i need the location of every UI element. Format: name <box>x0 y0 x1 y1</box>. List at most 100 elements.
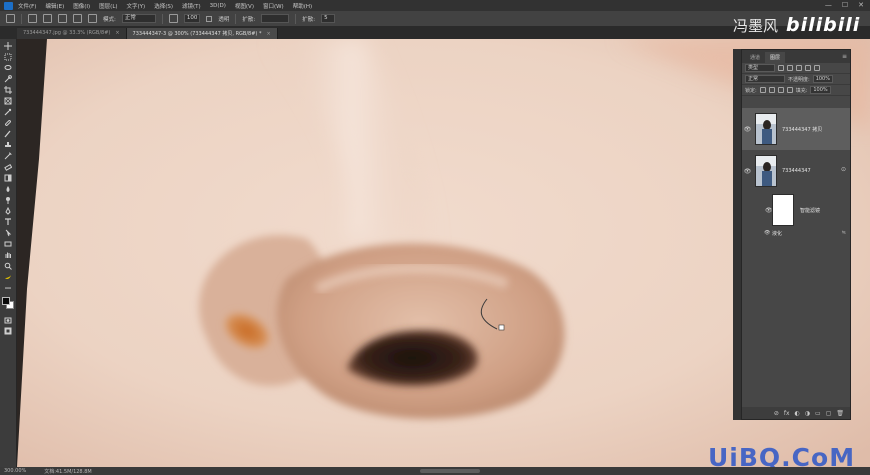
eraser-tool-icon[interactable] <box>4 163 13 171</box>
menu-3d[interactable]: 3D(D) <box>210 3 226 9</box>
transparent-checkbox[interactable] <box>206 15 213 22</box>
clone-stamp-tool-icon[interactable] <box>4 141 13 149</box>
mode-select[interactable]: 正常 <box>121 14 156 23</box>
intersect-selection-icon[interactable] <box>88 14 97 23</box>
marquee-tool-icon[interactable] <box>4 53 13 61</box>
close-icon[interactable]: × <box>115 30 119 36</box>
new-group-icon[interactable]: ▭ <box>815 410 821 417</box>
link-layers-icon[interactable]: ⊘ <box>774 410 779 417</box>
diffusion-field-2[interactable]: 5 <box>321 14 336 23</box>
eye-icon[interactable]: 👁 <box>742 168 753 175</box>
menu-layer[interactable]: 图层(L) <box>99 2 117 10</box>
smart-object-filter-icon[interactable] <box>814 65 820 71</box>
menu-filter[interactable]: 滤镜(T) <box>182 2 201 10</box>
zoom-level[interactable]: 300.00% <box>4 468 26 474</box>
maximize-icon[interactable]: ☐ <box>842 1 848 9</box>
layer-name[interactable]: 733444347 <box>782 168 811 174</box>
layer-style-icon[interactable]: fx <box>784 410 790 417</box>
add-selection-icon[interactable] <box>58 14 67 23</box>
screen-mode-icon[interactable] <box>4 327 13 335</box>
filter-kind-select[interactable]: 类型 <box>745 64 775 72</box>
quick-mask-icon[interactable] <box>4 316 13 324</box>
blend-mode-select[interactable]: 正常 <box>745 75 785 83</box>
eyedropper-tool-icon[interactable] <box>4 108 13 116</box>
divider <box>21 13 22 24</box>
add-mask-icon[interactable]: ◐ <box>795 410 800 417</box>
close-icon[interactable]: ✕ <box>858 1 864 9</box>
smart-filter-row[interactable]: 👁 智能滤镜 👁 液化 ≒ <box>742 192 850 242</box>
rectangle-tool-icon[interactable] <box>4 240 13 248</box>
layer-filter-row: 类型 <box>742 63 850 74</box>
type-filter-icon[interactable] <box>796 65 802 71</box>
home-icon[interactable] <box>6 14 15 23</box>
menu-file[interactable]: 文件(F) <box>18 2 36 10</box>
tab-document-2[interactable]: 733444347-3 @ 300% (733444347 拷贝, RGB/8#… <box>126 28 278 39</box>
blur-tool-icon[interactable] <box>4 185 13 193</box>
lock-row: 锁定: 填充: 100% <box>742 85 850 96</box>
lock-pixels-icon[interactable] <box>759 87 766 93</box>
liquify-filter-item[interactable]: 液化 <box>772 230 782 237</box>
adjustment-filter-icon[interactable] <box>787 65 793 71</box>
dodge-tool-icon[interactable] <box>4 196 13 204</box>
menu-type[interactable]: 文字(Y) <box>127 2 146 10</box>
tab-document-1[interactable]: 733444347.jpg @ 33.3% (RGB/8#) × <box>17 28 127 39</box>
tab-layers[interactable]: 图层 <box>765 52 786 63</box>
lock-all-icon[interactable] <box>786 87 793 93</box>
delete-layer-icon[interactable]: 🗑 <box>836 410 844 417</box>
layer-name[interactable]: 733444347 拷贝 <box>782 126 822 133</box>
menu-select[interactable]: 选择(S) <box>154 2 173 10</box>
minimize-icon[interactable]: — <box>825 1 832 9</box>
filter-options-icon[interactable]: ≒ <box>842 230 846 236</box>
move-tool-icon[interactable] <box>4 42 13 50</box>
new-selection-icon[interactable] <box>43 14 52 23</box>
path-selection-tool-icon[interactable] <box>4 229 13 237</box>
fill-field[interactable]: 100% <box>810 86 831 94</box>
hand-tool-icon[interactable] <box>4 251 13 259</box>
subtract-selection-icon[interactable] <box>73 14 82 23</box>
menu-edit[interactable]: 编辑(E) <box>45 2 64 10</box>
history-brush-tool-icon[interactable] <box>4 152 13 160</box>
banana-icon[interactable] <box>4 273 13 281</box>
eye-icon[interactable]: 👁 <box>764 230 770 236</box>
lasso-tool-icon[interactable] <box>4 64 13 72</box>
frame-tool-icon[interactable] <box>4 97 13 105</box>
brush-tool-icon[interactable] <box>4 130 13 138</box>
pixel-filter-icon[interactable] <box>778 65 784 71</box>
layer-thumbnail <box>755 113 777 145</box>
menu-window[interactable]: 窗口(W) <box>263 2 284 10</box>
shape-filter-icon[interactable] <box>805 65 811 71</box>
tool-preset-icon[interactable] <box>28 14 37 23</box>
opacity-field[interactable]: 100 <box>183 14 201 23</box>
menu-view[interactable]: 视图(V) <box>235 2 254 10</box>
zoom-tool-icon[interactable] <box>4 262 13 270</box>
lock-position-icon[interactable] <box>777 87 784 93</box>
healing-brush-tool-icon[interactable] <box>4 119 13 127</box>
layer-row[interactable]: 👁 733444347 拷贝 <box>742 108 850 150</box>
eye-icon[interactable]: 👁 <box>742 126 753 133</box>
crop-tool-icon[interactable] <box>4 86 13 94</box>
lock-paint-icon[interactable] <box>768 87 775 93</box>
pen-tool-icon[interactable] <box>4 207 13 215</box>
menu-help[interactable]: 帮助(H) <box>293 2 312 10</box>
type-tool-icon[interactable] <box>4 218 13 226</box>
adjustment-layer-icon[interactable]: ◑ <box>805 410 810 417</box>
author-watermark: 冯墨风 <box>733 16 779 35</box>
quick-select-tool-icon[interactable] <box>4 75 13 83</box>
layer-row[interactable]: 👁 733444347 ⊙ <box>742 150 850 192</box>
blend-row: 正常 不透明度: 100% <box>742 74 850 85</box>
diffusion-label: 扩散: <box>242 16 256 23</box>
filter-mask-thumbnail[interactable] <box>772 194 794 226</box>
horizontal-scrollbar[interactable] <box>420 469 480 473</box>
edit-toolbar-icon[interactable] <box>4 284 13 292</box>
close-icon[interactable]: × <box>266 31 270 37</box>
menu-image[interactable]: 图像(I) <box>73 2 90 10</box>
new-layer-icon[interactable]: ▢ <box>826 410 832 417</box>
gradient-tool-icon[interactable] <box>4 174 13 182</box>
diffusion-field[interactable] <box>261 14 290 23</box>
foreground-color-swatch[interactable] <box>2 297 10 305</box>
color-swatches[interactable] <box>2 297 14 309</box>
tab-channels[interactable]: 通道 <box>745 52 765 63</box>
opacity-field[interactable]: 100% <box>812 75 833 83</box>
brush-settings-icon[interactable] <box>168 14 178 23</box>
panel-menu-icon[interactable]: ≡ <box>842 53 847 60</box>
